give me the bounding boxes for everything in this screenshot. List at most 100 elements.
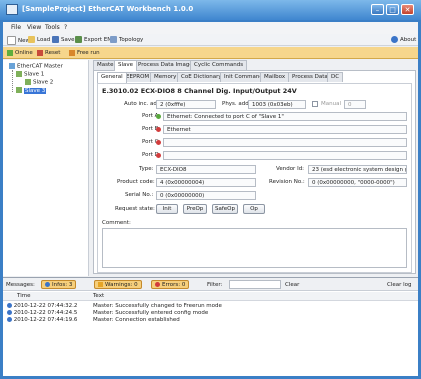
port-b-status-icon [156, 127, 161, 132]
revision-label: Revision No.: [269, 179, 305, 185]
clear-filter-button[interactable]: Clear [285, 282, 299, 288]
new-button[interactable]: New [7, 36, 30, 45]
safeop-button[interactable]: SafeOp [212, 204, 238, 214]
product-code-field[interactable]: 4 (0x00000004) [156, 178, 256, 187]
log-row-text: Master: Connection established [93, 317, 180, 323]
log-row[interactable]: 2010-12-22 07:44:19.6 [7, 317, 77, 324]
warnings-filter-button[interactable]: Warnings: 0 [94, 280, 142, 289]
tree-item-slave3[interactable]: Slave 3 [16, 87, 47, 94]
vendor-label: Vendor Id: [276, 166, 305, 172]
port-d-status-icon [156, 153, 161, 158]
window-title: [SampleProject] EtherCAT Workbench 1.0.0 [22, 5, 194, 13]
port-a-status-icon [156, 114, 161, 119]
port-c-field[interactable] [163, 138, 407, 147]
port-c-status-icon [156, 140, 161, 145]
minimize-button[interactable]: – [371, 4, 384, 15]
tab-process-data-image[interactable]: Process Data Image [134, 60, 197, 70]
tree-item-slave1[interactable]: Slave 1 [16, 71, 44, 78]
export-eni-button[interactable]: Export ENI [75, 36, 113, 45]
app-window: [SampleProject] EtherCAT Workbench 1.0.0… [0, 0, 421, 379]
time-column-header[interactable]: Time [17, 293, 30, 299]
vendor-field[interactable]: 23 (esd electronic system design gmbh) [308, 165, 407, 174]
info-icon [7, 303, 12, 308]
menu-tools[interactable]: Tools [45, 24, 60, 31]
port-b-field[interactable]: Ethernet [163, 125, 407, 134]
topology-button[interactable]: Topology [110, 36, 143, 45]
auto-inc-field[interactable]: 2 (0xfffe) [156, 100, 216, 109]
tab-general[interactable]: General [97, 72, 127, 83]
infos-filter-button[interactable]: Infos: 3 [41, 280, 77, 289]
manual-field[interactable]: 0 [344, 100, 366, 109]
slave-icon [16, 87, 22, 93]
save-button[interactable]: Save [52, 36, 75, 45]
tab-coe-dictionary[interactable]: CoE Dictionary [177, 72, 226, 82]
menu-file[interactable]: File [11, 24, 21, 31]
tab-mailbox[interactable]: Mailbox [260, 72, 290, 82]
type-field[interactable]: ECX-DIO8 [156, 165, 256, 174]
reset-button[interactable]: Reset [37, 49, 60, 58]
type-label: Type: [139, 166, 154, 172]
messages-label: Messages: [6, 282, 35, 288]
filter-label: Filter: [207, 282, 223, 288]
menu-bar: File View Tools ? [3, 22, 418, 34]
phys-addr-field[interactable]: 1003 (0x03eb) [248, 100, 306, 109]
port-a-field[interactable]: Ethernet: Connected to port C of "Slave … [163, 112, 407, 121]
text-column-header[interactable]: Text [93, 293, 104, 299]
messages-pane: Messages: Infos: 3 Warnings: 0 Errors: 0… [3, 277, 418, 376]
comment-label: Comment: [102, 220, 131, 226]
main-panel: Master Slave Process Data Image Cyclic C… [91, 60, 418, 276]
manual-checkbox[interactable] [312, 101, 318, 107]
request-state-label: Request state: [115, 206, 155, 212]
tab-memory[interactable]: Memory [150, 72, 181, 82]
info-icon [7, 317, 12, 322]
serial-field[interactable]: 0 (0x00000000) [156, 191, 256, 200]
online-button[interactable]: Online [7, 49, 33, 58]
error-icon [155, 282, 160, 287]
free-run-button[interactable]: Free run [69, 49, 100, 58]
log-row-text: Master: Successfully entered config mode [93, 310, 209, 316]
slave-icon [16, 71, 22, 77]
menu-view[interactable]: View [27, 24, 41, 31]
new-icon [7, 36, 16, 45]
about-button[interactable]: About [391, 36, 416, 45]
preop-button[interactable]: PreOp [183, 204, 207, 214]
slave-icon [25, 79, 31, 85]
load-button[interactable]: Load [28, 36, 50, 45]
tab-slave[interactable]: Slave [114, 60, 138, 71]
log-row[interactable]: 2010-12-22 07:44:32.2 [7, 303, 77, 310]
export-icon [75, 36, 82, 43]
app-icon [6, 4, 18, 15]
tab-dc[interactable]: DC [327, 72, 344, 82]
free-run-icon [69, 49, 75, 56]
master-icon [9, 63, 15, 69]
online-icon [7, 49, 13, 56]
maximize-button[interactable]: □ [386, 4, 399, 15]
log-row[interactable]: 2010-12-22 07:44:24.5 [7, 310, 77, 317]
tree-line [12, 70, 13, 92]
topology-icon [110, 36, 117, 43]
log-row-text: Master: Successfully changed to Freerun … [93, 303, 222, 309]
slave-panel: General EEPROM Memory CoE Dictionary Ini… [93, 70, 416, 274]
port-d-field[interactable] [163, 151, 407, 160]
close-button[interactable]: ✕ [401, 4, 414, 15]
manual-label: Manual [321, 101, 341, 107]
info-icon [391, 36, 398, 43]
tree-item-master[interactable]: EtherCAT Master [9, 63, 63, 70]
folder-icon [28, 36, 35, 43]
product-code-label: Product code: [117, 179, 155, 185]
device-heading: E.3010.02 ECX-DIO8 8 Channel Dig. Input/… [102, 87, 297, 95]
info-icon [45, 282, 50, 287]
menu-help[interactable]: ? [64, 24, 67, 31]
title-bar: [SampleProject] EtherCAT Workbench 1.0.0… [0, 0, 421, 20]
filter-input[interactable] [229, 280, 281, 289]
revision-field[interactable]: 0 (0x00000000, "0000-0000") [308, 178, 407, 187]
log-header: Time Text [3, 292, 418, 301]
tab-cyclic-commands[interactable]: Cyclic Commands [190, 60, 248, 70]
op-button[interactable]: Op [243, 204, 265, 214]
clear-log-button[interactable]: Clear log [387, 282, 412, 288]
tab-process-data[interactable]: Process Data [288, 72, 332, 82]
tree-item-slave2[interactable]: Slave 2 [25, 79, 53, 86]
init-button[interactable]: Init [156, 204, 178, 214]
errors-filter-button[interactable]: Errors: 0 [151, 280, 190, 289]
comment-field[interactable] [102, 228, 407, 268]
